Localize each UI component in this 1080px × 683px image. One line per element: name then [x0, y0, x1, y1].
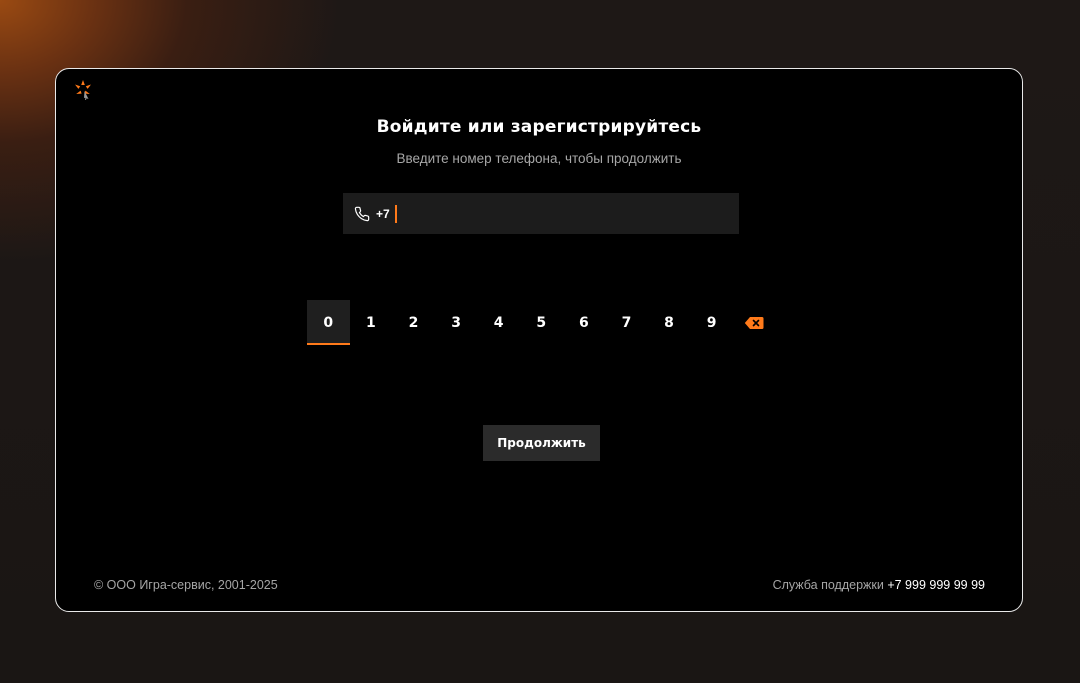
key-2[interactable]: 2 [392, 300, 435, 345]
key-8[interactable]: 8 [648, 300, 691, 345]
key-9[interactable]: 9 [690, 300, 733, 345]
backspace-button[interactable] [733, 300, 776, 345]
phone-icon [354, 206, 370, 221]
support-phone: +7 999 999 99 99 [887, 578, 985, 592]
key-5[interactable]: 5 [520, 300, 563, 345]
key-0[interactable]: 0 [307, 300, 350, 345]
key-7[interactable]: 7 [605, 300, 648, 345]
backspace-icon [745, 316, 764, 329]
key-4[interactable]: 4 [477, 300, 520, 345]
phone-input[interactable]: +7 [343, 193, 739, 234]
phone-prefix: +7 [376, 206, 390, 221]
login-screen: Войдите или зарегистрируйтесь Введите но… [55, 68, 1023, 612]
numeric-keypad: 0 1 2 3 4 5 6 7 8 9 [307, 300, 776, 345]
key-6[interactable]: 6 [563, 300, 606, 345]
page-subtitle: Введите номер телефона, чтобы продолжить [396, 151, 682, 166]
logo-icon [75, 80, 91, 100]
page-title: Войдите или зарегистрируйтесь [376, 117, 702, 137]
text-caret [394, 204, 397, 223]
continue-button[interactable]: Продолжить [483, 425, 600, 461]
footer-support: Служба поддержки +7 999 999 99 99 [773, 578, 985, 592]
footer-copyright: © ООО Игра-сервис, 2001-2025 [94, 578, 278, 592]
key-1[interactable]: 1 [350, 300, 393, 345]
support-label: Служба поддержки [772, 578, 884, 592]
key-3[interactable]: 3 [435, 300, 478, 345]
